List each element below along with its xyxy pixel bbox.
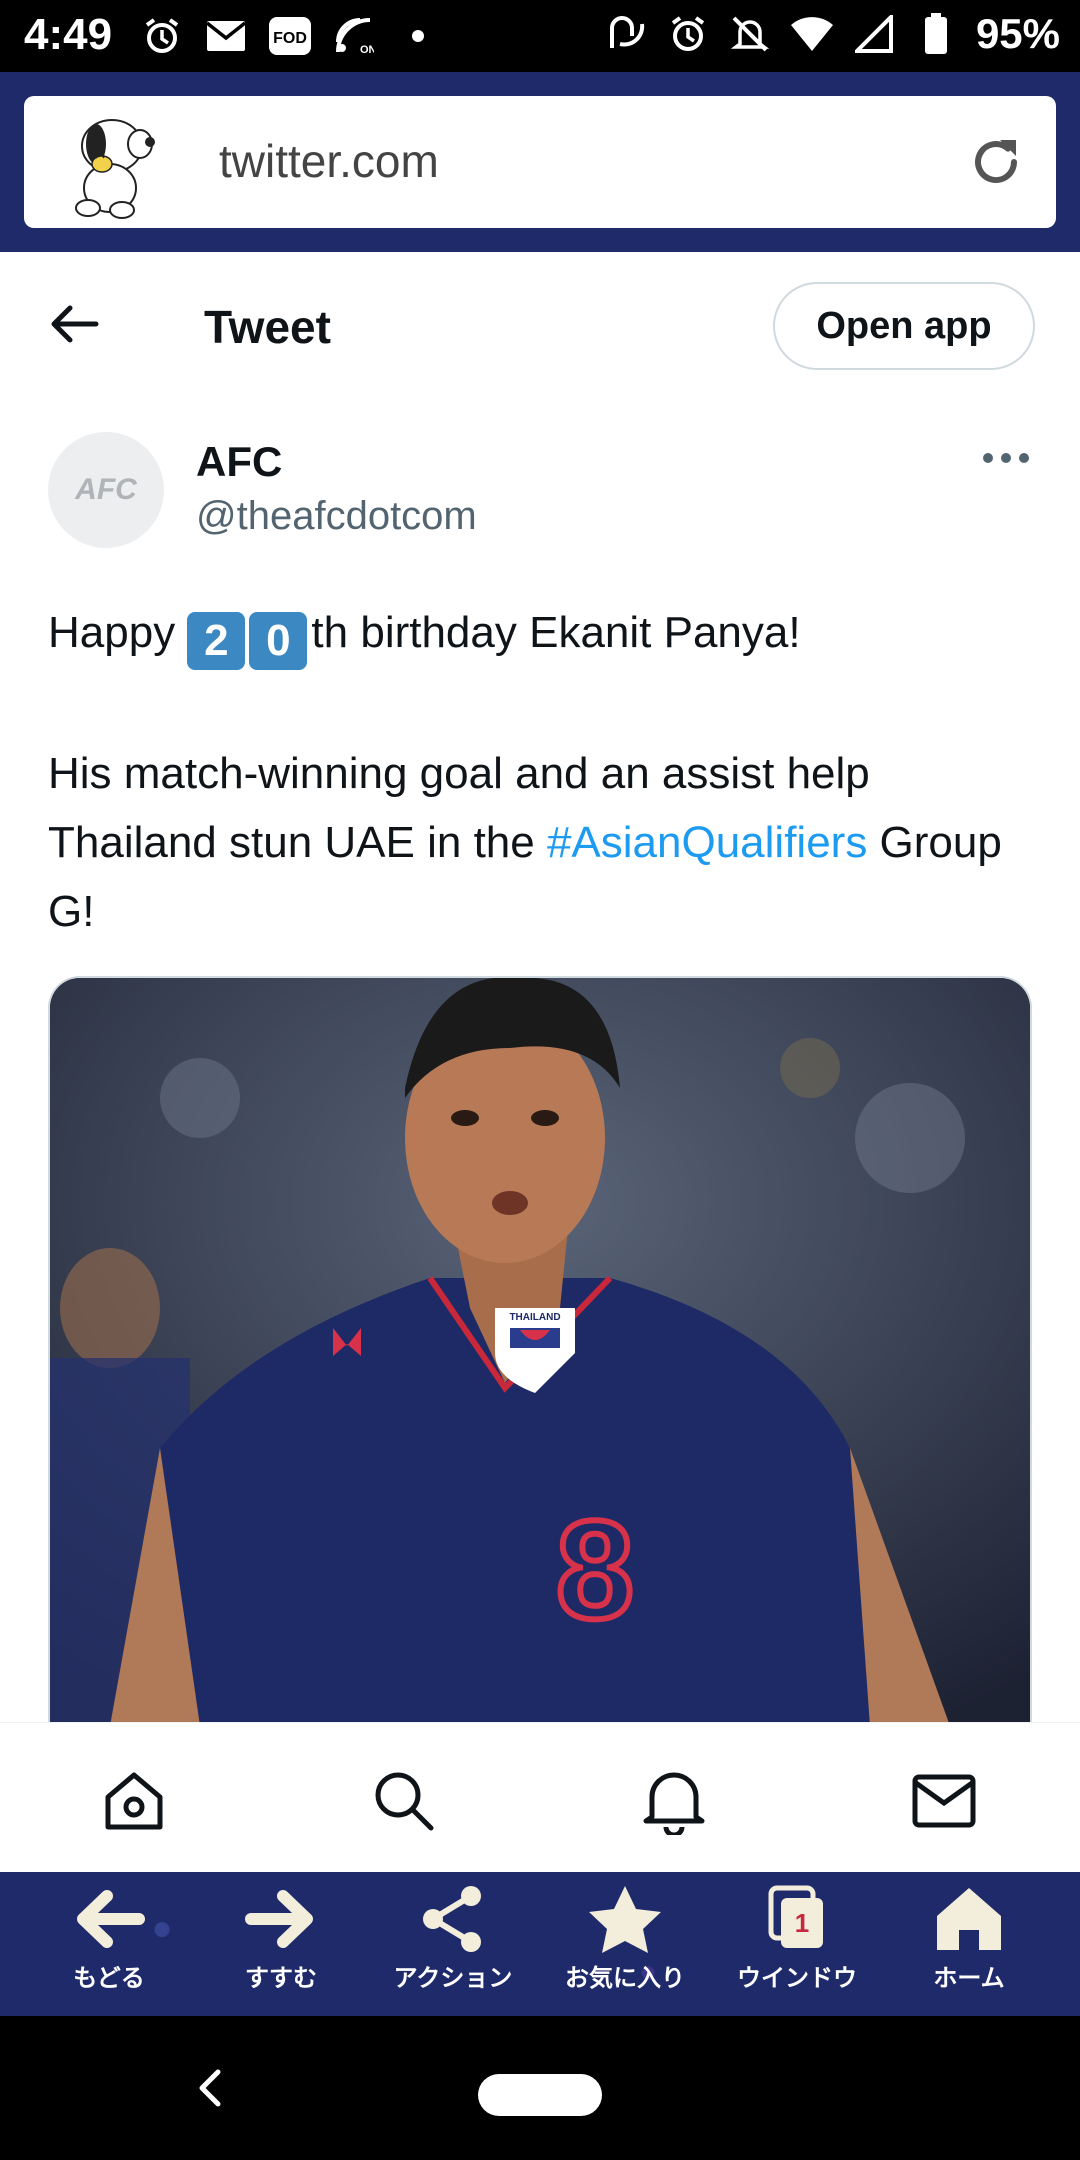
tweet-text-suffix: th birthday Ekanit Panya! — [311, 608, 801, 657]
back-arrow-icon[interactable] — [46, 296, 102, 352]
page-title: Tweet — [204, 301, 331, 353]
dot-icon — [396, 14, 440, 58]
star-icon — [589, 1886, 661, 1953]
browser-toolbar: もどる すすむ アクション お気に入り 1 ウインドウ ホーム — [0, 1872, 1080, 2016]
avatar-logo: AFC — [75, 473, 137, 506]
browser-forward-button[interactable]: すすむ — [206, 1884, 356, 2012]
notification-icons: FOD ON — [140, 14, 440, 58]
arrow-left-icon — [77, 1890, 145, 1948]
search-icon[interactable] — [370, 1767, 438, 1835]
status-bar: 4:49 FOD ON 95% — [0, 0, 1080, 72]
author-name[interactable]: AFC — [196, 438, 282, 486]
browser-address-bar: twitter.com — [0, 72, 1080, 252]
browser-favorites-label: お気に入り — [565, 1965, 685, 1992]
house-icon — [937, 1888, 1001, 1950]
tweet-header: Tweet Open app — [0, 252, 1080, 400]
browser-home-button[interactable]: ホーム — [894, 1884, 1044, 2012]
status-time: 4:49 — [24, 10, 113, 59]
browser-back-label: もどる — [73, 1965, 145, 1992]
author-avatar[interactable]: AFC — [48, 432, 164, 548]
android-navigation-bar — [0, 2016, 1080, 2160]
home-icon[interactable] — [100, 1767, 168, 1835]
keycap-digit-2: 2 — [187, 612, 246, 670]
tweet-text: Happy 2 0th birthday Ekanit Panya! His ma… — [48, 598, 1038, 946]
more-options-icon[interactable] — [980, 444, 1032, 472]
window-count: 1 — [795, 1908, 809, 1938]
fod-icon: FOD — [268, 14, 312, 58]
signal-icon — [852, 12, 896, 56]
browser-window-button[interactable]: 1 ウインドウ — [722, 1884, 872, 2012]
mail-icon — [204, 14, 248, 58]
crest-text: THAILAND — [509, 1312, 560, 1323]
wifi-icon — [790, 12, 834, 56]
browser-home-label: ホーム — [933, 1965, 1005, 1992]
open-app-button[interactable]: Open app — [773, 282, 1035, 370]
reload-icon[interactable] — [966, 132, 1026, 192]
share-icon — [423, 1886, 481, 1952]
fod-label: FOD — [273, 30, 307, 47]
svg-text:ON: ON — [360, 44, 374, 56]
url-field[interactable]: twitter.com — [24, 96, 1056, 228]
battery-icon — [914, 12, 958, 56]
cast-icon: ON — [332, 14, 376, 58]
system-icons: 95% — [604, 10, 1060, 58]
snoopy-logo-icon[interactable] — [52, 104, 168, 220]
browser-back-button[interactable]: もどる — [34, 1884, 184, 2012]
window-tabs-icon: 1 — [768, 1885, 823, 1948]
tweet-paragraph-2: His match-winning goal and an assist hel… — [48, 739, 1038, 946]
browser-window-label: ウインドウ — [737, 1965, 857, 1992]
mail-icon[interactable] — [910, 1767, 978, 1835]
tweet-photo[interactable]: THAILAND 8 — [48, 976, 1032, 1724]
tweet-text-prefix: Happy — [48, 608, 188, 657]
browser-action-button[interactable]: アクション — [378, 1884, 528, 2012]
arrow-right-icon — [245, 1890, 313, 1948]
tweet-line-1: Happy 2 0th birthday Ekanit Panya! — [48, 598, 1038, 670]
author-handle[interactable]: @theafcdotcom — [196, 494, 477, 539]
browser-action-label: アクション — [393, 1965, 513, 1992]
hashtag-link[interactable]: #AsianQualifiers — [547, 818, 867, 867]
bell-icon[interactable] — [640, 1767, 708, 1835]
system-home-pill[interactable] — [478, 2074, 602, 2116]
twitter-bottom-nav — [0, 1722, 1080, 1872]
browser-favorites-button[interactable]: お気に入り — [550, 1884, 700, 2012]
url-text: twitter.com — [219, 135, 439, 187]
alarm-icon — [666, 12, 710, 56]
system-back-icon[interactable] — [190, 2064, 230, 2112]
player-photo: THAILAND 8 — [50, 978, 1030, 1724]
keycap-digit-0: 0 — [249, 612, 308, 670]
shirt-number: 8 — [556, 1491, 634, 1648]
battery-percent: 95% — [975, 10, 1060, 57]
alarm-icon — [140, 14, 184, 58]
browser-forward-label: すすむ — [245, 1965, 317, 1992]
mute-icon — [728, 12, 772, 56]
nfc-icon — [604, 12, 648, 56]
